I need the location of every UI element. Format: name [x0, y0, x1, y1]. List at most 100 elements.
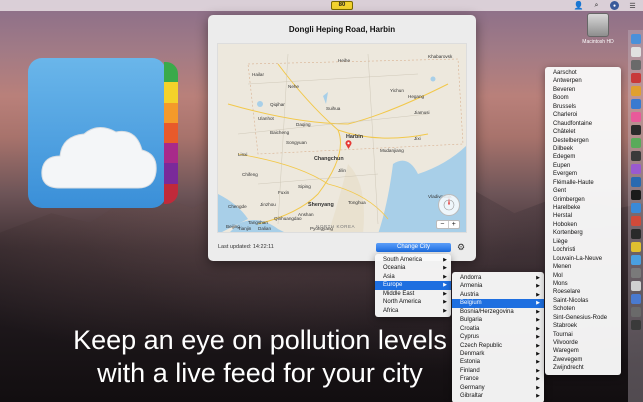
continent-item[interactable]: Middle East ▶ [375, 290, 451, 298]
app-icon [28, 58, 178, 208]
city-item[interactable]: Sint-Genesius-Rode [545, 314, 621, 322]
user-icon[interactable]: 👤 [574, 1, 584, 10]
city-item[interactable]: Eupen [545, 162, 621, 170]
city-item[interactable]: Zwijndrecht [545, 364, 621, 372]
city-item[interactable]: Antwerpen [545, 77, 621, 85]
city-item[interactable]: Châtelet [545, 128, 621, 136]
macintosh-hd-icon[interactable]: Macintosh HD [579, 13, 617, 45]
dock-app-icon[interactable] [630, 86, 641, 96]
dock-app-icon[interactable] [630, 47, 641, 57]
dock-app-icon[interactable] [630, 177, 641, 187]
country-item[interactable]: Estonia ▶ [452, 358, 544, 366]
dock-app-icon[interactable] [630, 255, 641, 265]
country-item[interactable]: Bosnia/Herzegovina ▶ [452, 308, 544, 316]
continent-item[interactable]: Oceania ▶ [375, 264, 451, 272]
continent-item[interactable]: Europe ▶ [375, 281, 451, 290]
country-item[interactable]: Andorra ▶ [452, 274, 544, 282]
country-item[interactable]: Denmark ▶ [452, 350, 544, 358]
country-item[interactable]: Germany ▶ [452, 384, 544, 392]
city-item[interactable]: Chaudfontaine [545, 120, 621, 128]
city-item[interactable]: Liège [545, 238, 621, 246]
map-place-label: Khabarovsk [428, 54, 453, 59]
continent-item[interactable]: South America ▶ [375, 256, 451, 264]
dock-app-icon[interactable] [630, 112, 641, 122]
city-item[interactable]: Waregem [545, 347, 621, 355]
city-item[interactable]: Gent [545, 187, 621, 195]
city-item[interactable]: Kortenberg [545, 229, 621, 237]
dock-app-icon[interactable] [630, 320, 641, 330]
submenu-arrow-icon: ▶ [536, 350, 540, 357]
country-item[interactable]: Belgium ▶ [452, 299, 544, 308]
dock-app-icon[interactable] [630, 125, 641, 135]
dock-app-icon[interactable] [630, 99, 641, 109]
dock-app-icon[interactable] [630, 229, 641, 239]
city-item[interactable]: Zwevegem [545, 356, 621, 364]
dock-app-icon[interactable] [630, 281, 641, 291]
zoom-in-button[interactable]: + [449, 221, 460, 228]
city-item[interactable]: Aarschot [545, 69, 621, 77]
dock-app-icon[interactable] [630, 164, 641, 174]
zoom-out-button[interactable]: − [437, 221, 449, 228]
city-item[interactable]: Beveren [545, 86, 621, 94]
change-city-button[interactable]: Change City [376, 243, 451, 252]
submenu-arrow-icon: ▶ [443, 307, 447, 314]
city-item[interactable]: Destelbergen [545, 137, 621, 145]
city-item[interactable]: Saint-Nicolas [545, 297, 621, 305]
city-item[interactable]: Brussels [545, 103, 621, 111]
aqi-status-badge[interactable]: 80 [331, 1, 353, 10]
country-item[interactable]: Austria ▶ [452, 291, 544, 299]
country-item[interactable]: Bulgaria ▶ [452, 316, 544, 324]
city-item[interactable]: Harelbeke [545, 204, 621, 212]
dock-app-icon[interactable] [630, 73, 641, 83]
map-view[interactable]: Hailar Heihe Khabarovsk Nehe Qiqihar Suihua Da… [217, 43, 467, 233]
city-item[interactable]: Hoboken [545, 221, 621, 229]
submenu-arrow-icon: ▶ [536, 291, 540, 298]
city-item[interactable]: Evergem [545, 170, 621, 178]
city-item[interactable]: Menen [545, 263, 621, 271]
spine-band [164, 143, 178, 164]
country-item[interactable]: Gibraltar ▶ [452, 392, 544, 400]
dock-app-icon[interactable] [630, 268, 641, 278]
continent-item[interactable]: Africa ▶ [375, 307, 451, 315]
gear-icon[interactable]: ⚙ [456, 242, 466, 252]
city-item[interactable]: Schoten [545, 305, 621, 313]
city-item[interactable]: Boom [545, 94, 621, 102]
city-item[interactable]: Grimbergen [545, 196, 621, 204]
country-item[interactable]: Czech Republic ▶ [452, 342, 544, 350]
compass-icon[interactable] [438, 194, 460, 216]
city-item[interactable]: Roeselare [545, 288, 621, 296]
city-item[interactable]: Flémalle-Haute [545, 179, 621, 187]
city-item[interactable]: Vilvoorde [545, 339, 621, 347]
list-icon[interactable]: ☰ [628, 1, 637, 10]
city-item[interactable]: Tournai [545, 331, 621, 339]
dock-app-icon[interactable] [630, 60, 641, 70]
city-item[interactable]: Herstal [545, 212, 621, 220]
country-item[interactable]: Croatia ▶ [452, 325, 544, 333]
city-item[interactable]: Mol [545, 272, 621, 280]
country-item[interactable]: Cyprus ▶ [452, 333, 544, 341]
dock-app-icon[interactable] [630, 190, 641, 200]
dock-app-icon[interactable] [630, 138, 641, 148]
city-item[interactable]: Edegem [545, 153, 621, 161]
search-icon[interactable]: ⌕ [592, 1, 601, 10]
city-item[interactable]: Stabroek [545, 322, 621, 330]
city-item[interactable]: Charleroi [545, 111, 621, 119]
city-item[interactable]: Mons [545, 280, 621, 288]
dock-app-icon[interactable] [630, 294, 641, 304]
continent-item[interactable]: North America ▶ [375, 298, 451, 306]
dock-app-icon[interactable] [630, 151, 641, 161]
country-item[interactable]: Finland ▶ [452, 367, 544, 375]
continent-item[interactable]: Asia ▶ [375, 273, 451, 281]
location-pin-icon[interactable] [345, 140, 352, 149]
city-item[interactable]: Louvain-La-Neuve [545, 255, 621, 263]
dock-app-icon[interactable] [630, 216, 641, 226]
city-item[interactable]: Lochristi [545, 246, 621, 254]
dock-app-icon[interactable] [630, 307, 641, 317]
dock-app-icon[interactable] [630, 242, 641, 252]
country-item[interactable]: Armenia ▶ [452, 282, 544, 290]
dock-app-icon[interactable] [630, 203, 641, 213]
dock-app-icon[interactable] [630, 34, 641, 44]
city-item[interactable]: Dilbeek [545, 145, 621, 153]
user-circle-icon[interactable]: ● [610, 1, 619, 10]
country-item[interactable]: France ▶ [452, 375, 544, 383]
